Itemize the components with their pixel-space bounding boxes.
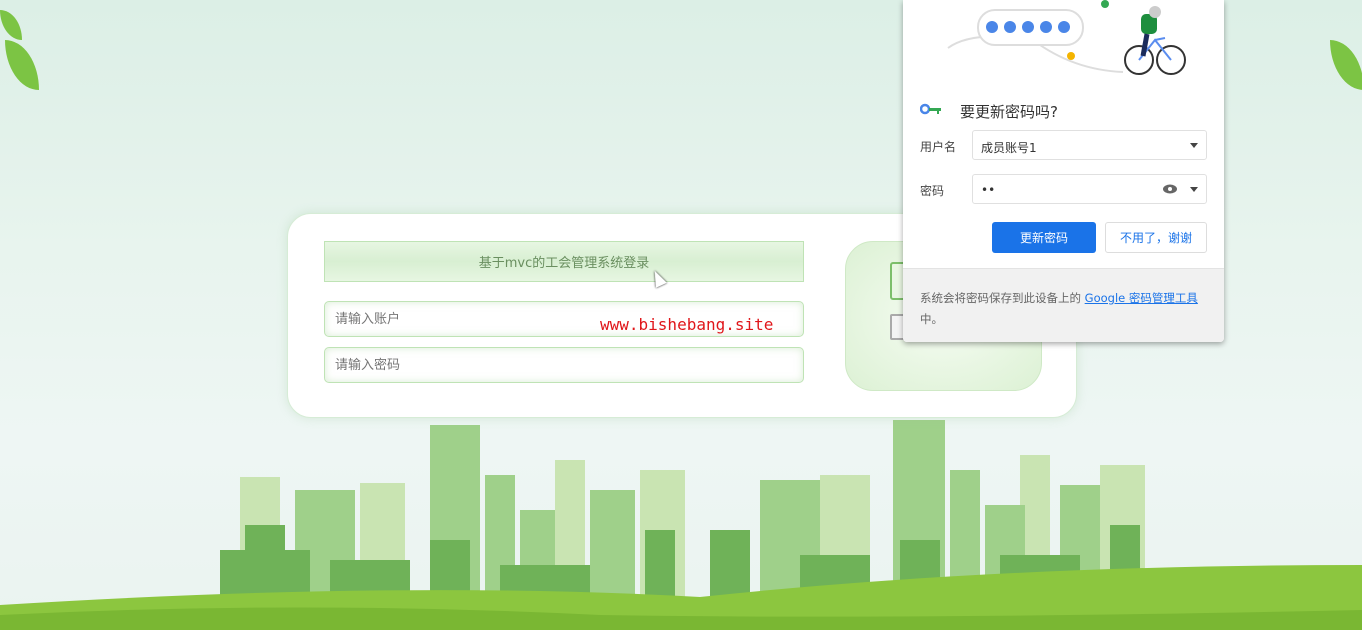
- city-skyline-illustration: [0, 420, 1362, 630]
- update-password-button[interactable]: 更新密码: [992, 222, 1096, 253]
- password-input[interactable]: [324, 347, 804, 383]
- popup-footer: 系统会将密码保存到此设备上的 Google 密码管理工具中。: [903, 268, 1224, 342]
- key-icon: [920, 103, 941, 115]
- username-select[interactable]: 成员账号1: [972, 130, 1207, 160]
- chevron-down-icon: [1190, 143, 1198, 148]
- password-label: 密码: [920, 184, 945, 198]
- username-label: 用户名: [920, 140, 957, 154]
- footer-suffix: 中。: [920, 312, 943, 326]
- password-field[interactable]: ••: [972, 174, 1207, 204]
- footer-text: 系统会将密码保存到此设备上的: [920, 291, 1085, 305]
- leaf-decoration-left-2: [0, 10, 22, 40]
- password-illustration: [947, 0, 1186, 75]
- password-manager-link[interactable]: Google 密码管理工具: [1085, 291, 1198, 305]
- decline-button[interactable]: 不用了，谢谢: [1105, 222, 1207, 253]
- leaf-decoration-right: [1330, 40, 1362, 90]
- login-title: 基于mvc的工会管理系统登录: [324, 241, 804, 282]
- leaf-decoration-left: [5, 40, 39, 90]
- username-value: 成员账号1: [981, 141, 1037, 155]
- update-password-popup: 要更新密码吗? 用户名 成员账号1 密码 •• 更新密码 不用了，谢谢 系统会将…: [903, 0, 1224, 342]
- popup-title: 要更新密码吗?: [960, 103, 1058, 121]
- eye-icon[interactable]: [1162, 184, 1178, 194]
- password-value: ••: [981, 183, 996, 197]
- watermark-text: www.bishebang.site: [600, 315, 774, 334]
- chevron-down-icon[interactable]: [1190, 187, 1198, 192]
